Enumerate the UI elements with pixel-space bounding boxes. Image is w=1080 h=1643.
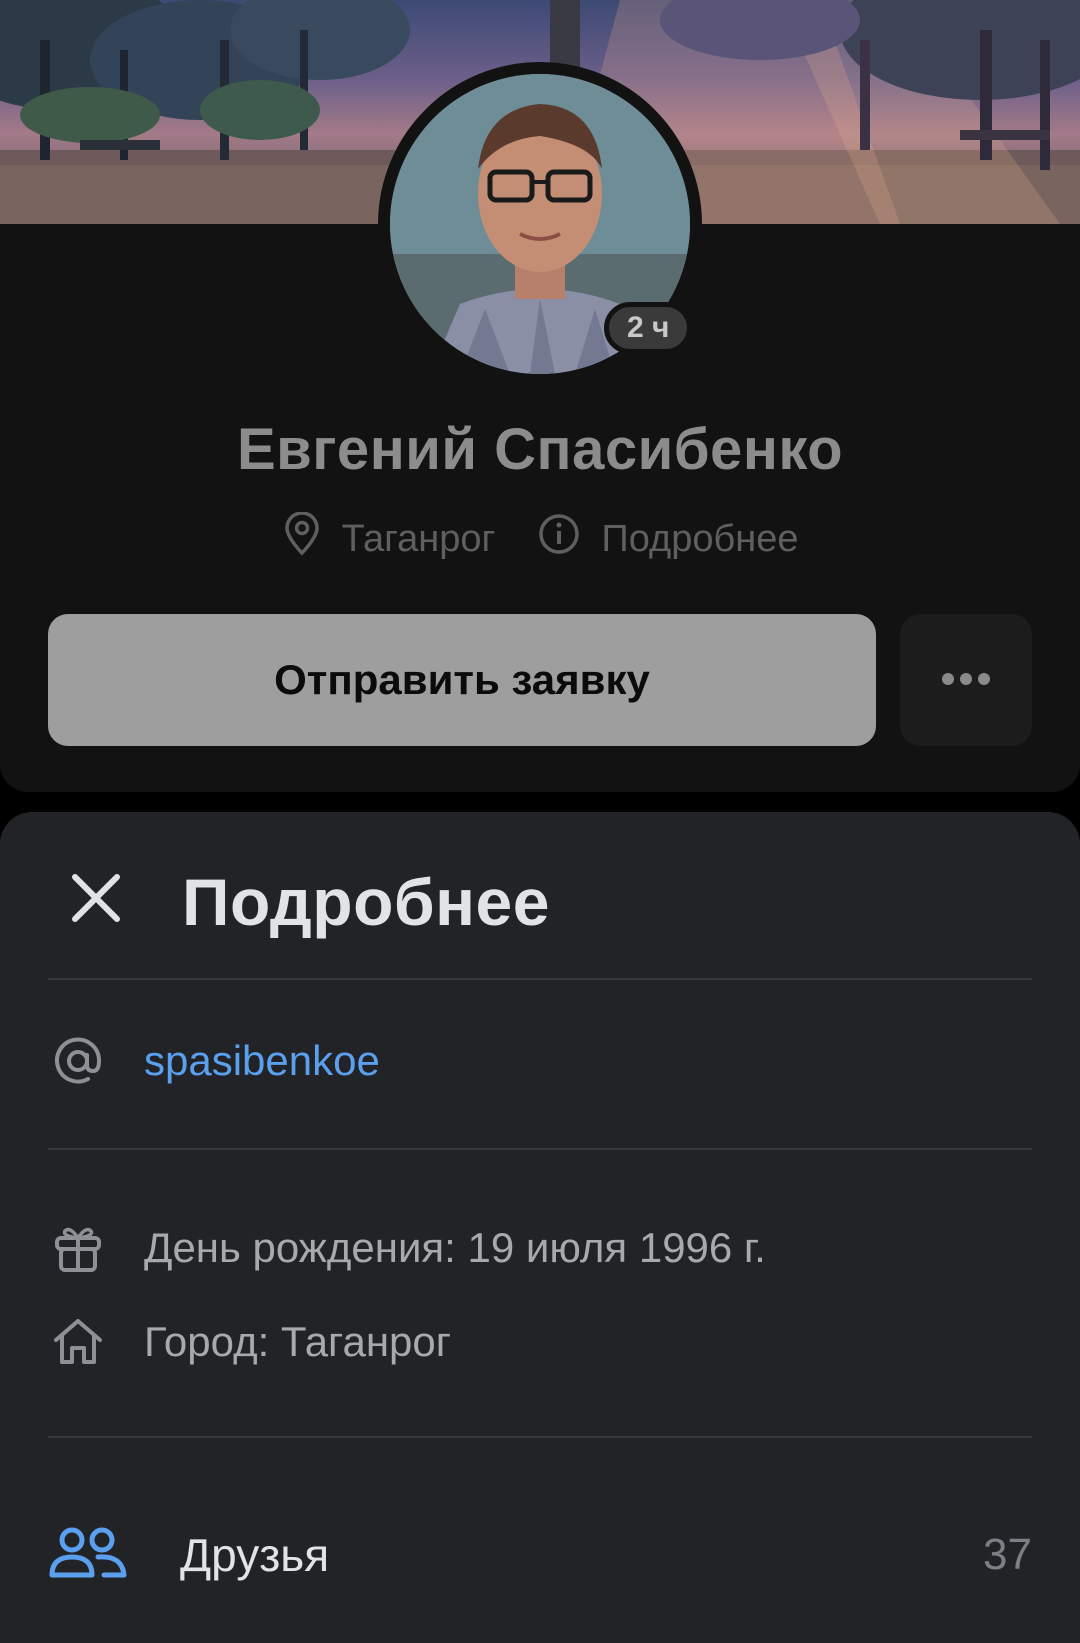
last-seen-badge: 2 ч <box>604 302 693 354</box>
profile-meta-row: Таганрог Подробнее <box>0 511 1080 566</box>
birthday-text: День рождения: 19 июля 1996 г. <box>144 1224 766 1271</box>
divider <box>48 978 1032 980</box>
gift-icon <box>48 1222 108 1274</box>
city-meta: Таганрог <box>282 511 496 566</box>
profile-name: Евгений Спасибенко <box>236 417 844 482</box>
at-icon <box>48 1035 108 1087</box>
divider <box>48 1436 1032 1438</box>
city-row: Город: Таганрог <box>48 1310 1032 1374</box>
city-meta-label: Таганрог <box>341 517 496 560</box>
sheet-title: Подробнее <box>182 865 550 939</box>
send-request-button[interactable]: Отправить заявку <box>48 614 876 746</box>
handle-link[interactable]: spasibenkoe <box>144 1037 380 1085</box>
info-icon <box>537 512 581 566</box>
birthday-row: День рождения: 19 июля 1996 г. <box>48 1216 1032 1280</box>
details-link-label: Подробнее <box>601 517 799 560</box>
city-text: Город: Таганрог <box>144 1318 452 1365</box>
friends-icon <box>48 1525 128 1586</box>
more-dots-icon <box>941 672 991 689</box>
friends-row[interactable]: Друзья 37 <box>48 1510 1032 1600</box>
profile-header: 2 ч Евгений Спасибенко Таганрог Подробне… <box>0 0 1080 792</box>
divider <box>48 1148 1032 1150</box>
handle-row[interactable]: spasibenkoe <box>48 1026 1032 1096</box>
location-pin-icon <box>282 511 322 566</box>
friends-label: Друзья <box>180 1529 330 1581</box>
more-button[interactable] <box>900 614 1032 746</box>
close-button[interactable] <box>60 864 132 936</box>
friends-count: 37 <box>983 1530 1032 1579</box>
sheet-header: Подробнее <box>0 812 1080 980</box>
close-icon <box>69 871 123 930</box>
details-link[interactable]: Подробнее <box>537 512 799 566</box>
home-icon <box>48 1316 108 1368</box>
